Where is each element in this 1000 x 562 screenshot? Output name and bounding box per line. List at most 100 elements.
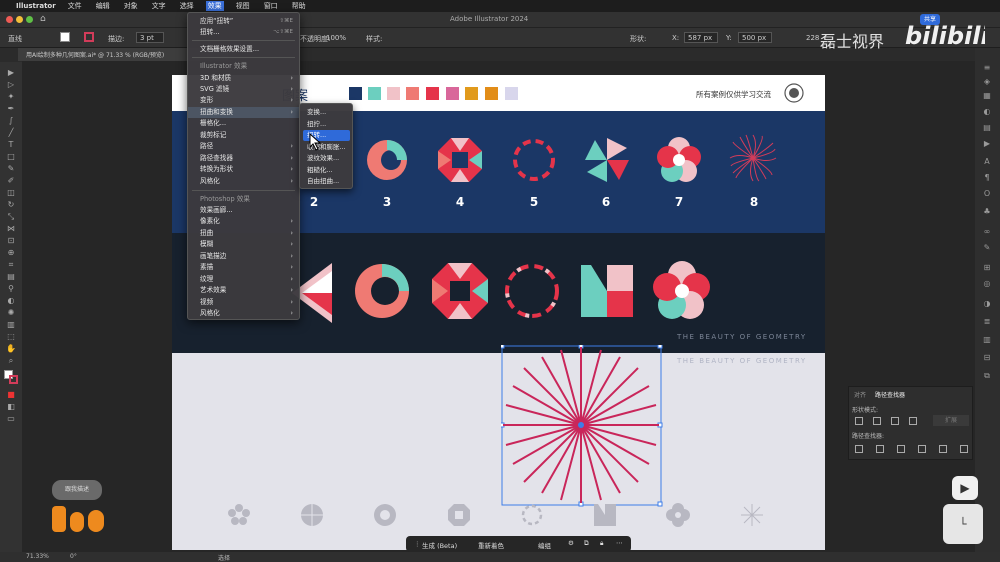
symbol-sprayer-icon[interactable]: ✺ (4, 308, 18, 317)
screen-mode-icon[interactable]: ▭ (4, 414, 18, 423)
gradient-tool-icon[interactable]: ▤ (4, 272, 18, 281)
menu-item-blur[interactable]: 模糊 › (188, 239, 299, 250)
unite-icon[interactable] (855, 417, 863, 425)
bili-tip-pill[interactable]: 跟我描述 (52, 480, 102, 500)
swatches-icon[interactable]: ▤ (981, 124, 993, 132)
x-field[interactable]: 587 px (684, 32, 718, 43)
pattern-dashed-ring[interactable] (509, 135, 559, 185)
fill-swatch[interactable] (60, 32, 70, 42)
submenu-item-zigzag[interactable]: 波纹效果... (303, 153, 350, 164)
pattern-donut-large[interactable] (352, 261, 412, 321)
home-icon[interactable]: ⌂ (40, 14, 46, 24)
generate-button[interactable]: 生成 (Beta) (422, 540, 457, 550)
paragraph-icon[interactable]: ¶ (981, 174, 993, 182)
menu-type[interactable]: 文字 (150, 1, 168, 11)
eraser-icon[interactable]: ◫ (4, 188, 18, 197)
graph-tool-icon[interactable]: ▥ (4, 320, 18, 329)
stroke-swatch[interactable] (84, 32, 94, 42)
stroke-weight-field[interactable]: 3 pt (136, 32, 164, 43)
eyedropper-icon[interactable]: ⚲ (4, 284, 18, 293)
menu-item-raster-settings[interactable]: 文档栅格效果设置... (188, 44, 299, 55)
menu-item-twist[interactable]: 扭转... ⌥⇧⌘E (188, 27, 299, 38)
menu-item-artistic[interactable]: 艺术效果 › (188, 285, 299, 296)
tab-pathfinder[interactable]: 路径查找器 (875, 390, 905, 399)
more-options-icon[interactable]: ⋯ (616, 539, 623, 547)
stroke-color-box[interactable] (9, 375, 18, 384)
line-tool-icon[interactable]: ╱ (4, 128, 18, 137)
divide-icon[interactable] (855, 445, 863, 453)
perspective-grid-icon[interactable]: ⌗ (4, 260, 18, 269)
color-mode-icon[interactable]: ■ (4, 390, 18, 399)
canvas-area[interactable]: 图案 所有案例仅供学习交流 (22, 61, 975, 552)
draw-mode-icon[interactable]: ◧ (4, 402, 18, 411)
opacity-field[interactable]: 100% (326, 34, 346, 42)
bili-corner-widget[interactable]: └ (943, 504, 983, 544)
free-transform-icon[interactable]: ⊡ (4, 236, 18, 245)
submenu-item-tweak[interactable]: 扭拧... (303, 119, 350, 130)
minimize-window-button[interactable] (16, 16, 23, 23)
width-field[interactable]: 228 (806, 34, 819, 42)
transparency-icon[interactable]: ◑ (981, 300, 993, 308)
zoom-level[interactable]: 71.33% (26, 553, 49, 560)
align-icon[interactable]: ⊟ (981, 354, 993, 362)
character-icon[interactable]: A (981, 158, 993, 166)
menu-item-distort[interactable]: 扭曲 › (188, 228, 299, 239)
pen-tool-icon[interactable]: ✒ (4, 104, 18, 113)
menu-item-apply-twist[interactable]: 应用“扭转” ⇧⌘E (188, 16, 299, 27)
menu-window[interactable]: 窗口 (262, 1, 280, 11)
submenu-item-free-distort[interactable]: 自由扭曲... (303, 176, 350, 187)
pattern-pinwheel[interactable] (582, 135, 632, 185)
pattern-spiral-burst[interactable] (728, 133, 778, 183)
lock-icon[interactable]: 🔒︎ (600, 539, 603, 548)
shaper-tool-icon[interactable]: ✐ (4, 176, 18, 185)
menu-item-brush-strokes[interactable]: 画笔描边 › (188, 251, 299, 262)
menu-item-3d[interactable]: 3D 和材质 › (188, 73, 299, 84)
submenu-item-roughen[interactable]: 粗糙化... (303, 165, 350, 176)
duplicate-icon[interactable]: ⧉ (584, 539, 589, 548)
menu-item-effect-gallery[interactable]: 效果画廊... (188, 205, 299, 216)
menu-item-pixelate[interactable]: 像素化 › (188, 216, 299, 227)
pattern-octagon-large[interactable] (430, 261, 490, 321)
direct-selection-tool-icon[interactable]: ▷ (4, 80, 18, 89)
layers-icon[interactable]: ◈ (981, 78, 993, 86)
appearance-icon[interactable]: ◎ (981, 280, 993, 288)
properties-icon[interactable]: ≡ (981, 64, 993, 72)
menu-item-distort-transform[interactable]: 扭曲和变换 › (188, 107, 299, 118)
intersect-icon[interactable] (891, 417, 899, 425)
drag-handle-icon[interactable]: ⋮ (414, 540, 421, 548)
width-tool-icon[interactable]: ⋈ (4, 224, 18, 233)
selection-tool-icon[interactable]: ▶ (4, 68, 18, 77)
menu-file[interactable]: 文件 (66, 1, 84, 11)
rectangle-tool-icon[interactable]: □ (4, 152, 18, 161)
settings-gear-icon[interactable]: ⚙ (568, 539, 574, 547)
exclude-icon[interactable] (909, 417, 917, 425)
opentype-icon[interactable]: O (981, 190, 993, 198)
brushes-icon[interactable]: ✎ (981, 244, 993, 252)
merge-icon[interactable] (897, 445, 905, 453)
magic-wand-icon[interactable]: ✦ (4, 92, 18, 101)
menu-select[interactable]: 选择 (178, 1, 196, 11)
menu-item-path[interactable]: 路径 › (188, 141, 299, 152)
gradient-panel-icon[interactable]: ▥ (981, 336, 993, 344)
submenu-item-transform[interactable]: 变换... (303, 107, 350, 118)
minus-front-icon[interactable] (873, 417, 881, 425)
pattern-flower-large[interactable] (650, 259, 714, 323)
outline-icon[interactable] (939, 445, 947, 453)
selected-starburst[interactable] (501, 345, 663, 507)
menu-item-video[interactable]: 视频 › (188, 297, 299, 308)
crop-icon[interactable] (918, 445, 926, 453)
zoom-tool-icon[interactable]: ⌕ (4, 356, 18, 365)
color-icon[interactable]: ◐ (981, 108, 993, 116)
menu-edit[interactable]: 编辑 (94, 1, 112, 11)
menu-item-warp[interactable]: 变形 › (188, 95, 299, 106)
blend-tool-icon[interactable]: ◐ (4, 296, 18, 305)
zoom-window-button[interactable] (26, 16, 33, 23)
paintbrush-icon[interactable]: ✎ (4, 164, 18, 173)
pattern-pinwheel-large[interactable] (577, 261, 637, 321)
tab-align[interactable]: 对齐 (854, 390, 866, 399)
scale-tool-icon[interactable]: ⤡ (4, 212, 18, 221)
trim-icon[interactable] (876, 445, 884, 453)
pattern-dashed-ring-large[interactable] (502, 261, 562, 321)
minus-back-icon[interactable] (960, 445, 968, 453)
close-window-button[interactable] (6, 16, 13, 23)
